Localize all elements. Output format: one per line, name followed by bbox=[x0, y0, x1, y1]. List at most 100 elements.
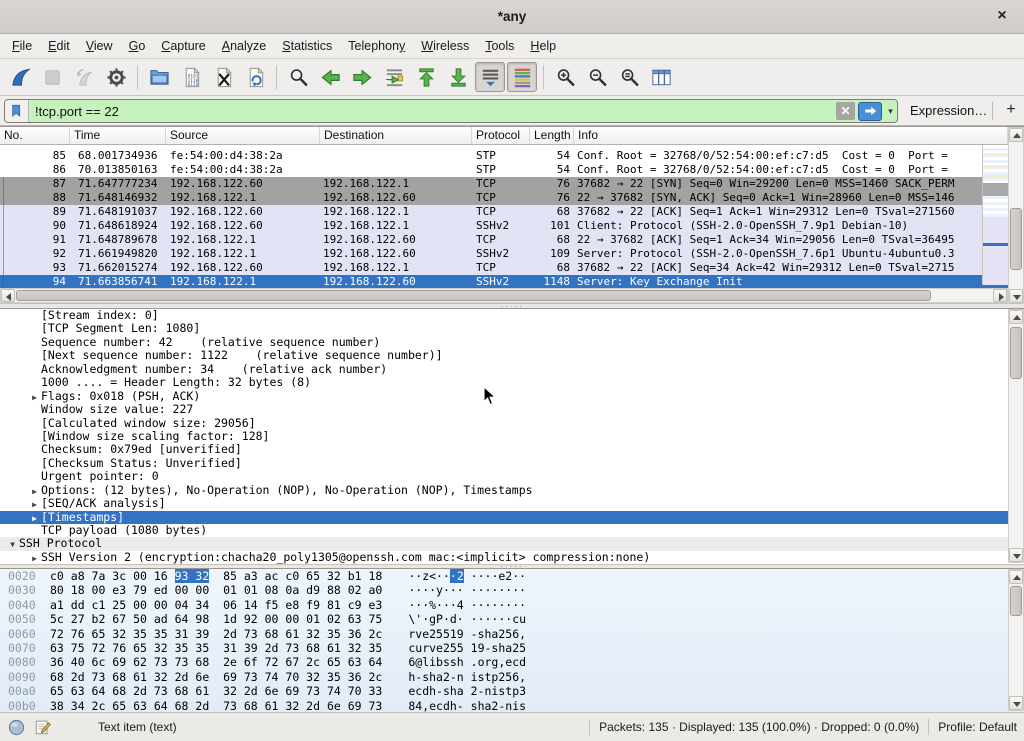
tree-expanded-icon[interactable]: ▼ bbox=[6, 538, 19, 551]
filter-input[interactable] bbox=[29, 104, 836, 119]
colorize-button[interactable] bbox=[507, 62, 537, 92]
detail-line[interactable]: Urgent pointer: 0 bbox=[0, 470, 1008, 483]
filter-history-dropdown-icon[interactable]: ▾ bbox=[884, 106, 897, 117]
filter-clear-icon[interactable]: ✕ bbox=[836, 102, 855, 120]
detail-vscrollbar[interactable] bbox=[1008, 309, 1024, 563]
detail-line[interactable]: [Next sequence number: 1122 (relative se… bbox=[0, 349, 1008, 362]
menu-file[interactable]: File bbox=[4, 36, 40, 56]
menu-tools[interactable]: Tools bbox=[477, 36, 522, 56]
column-header-no[interactable]: No. bbox=[0, 127, 70, 144]
hex-row-00b0[interactable]: 00b038 34 2c 65 63 64 68 2d 73 68 61 32 … bbox=[0, 699, 1024, 712]
hex-row-0020[interactable]: 0020c0 a8 7a 3c 00 16 93 32 85 a3 ac c0 … bbox=[0, 569, 1024, 583]
hex-row-0050[interactable]: 00505c 27 b2 67 50 ad 64 98 1d 92 00 00 … bbox=[0, 612, 1024, 626]
hex-row-00a0[interactable]: 00a065 63 64 68 2d 73 68 61 32 2d 6e 69 … bbox=[0, 684, 1024, 698]
scroll-up-icon[interactable] bbox=[1009, 310, 1023, 324]
packet-list-vscrollbar[interactable] bbox=[1008, 127, 1024, 304]
go-to-packet-button[interactable] bbox=[379, 62, 409, 92]
column-header-source[interactable]: Source bbox=[166, 127, 320, 144]
filter-apply-icon[interactable] bbox=[858, 102, 882, 121]
detail-line[interactable]: 1000 .... = Header Length: 32 bytes (8) bbox=[0, 376, 1008, 389]
tree-collapsed-icon[interactable]: ▶ bbox=[28, 552, 41, 564]
scroll-right-icon[interactable] bbox=[993, 289, 1007, 302]
tree-collapsed-icon[interactable]: ▶ bbox=[28, 391, 41, 404]
scroll-down-icon[interactable] bbox=[1009, 548, 1023, 562]
packet-row-94[interactable]: 9471.663856741192.168.122.1192.168.122.6… bbox=[0, 275, 1008, 289]
auto-scroll-button[interactable] bbox=[475, 62, 505, 92]
go-top-button[interactable] bbox=[411, 62, 441, 92]
packet-row-88[interactable]: 8871.648146932192.168.122.1192.168.122.6… bbox=[0, 191, 982, 205]
column-header-protocol[interactable]: Protocol bbox=[472, 127, 530, 144]
scroll-thumb[interactable] bbox=[16, 290, 931, 301]
bytes-vscrollbar[interactable] bbox=[1008, 569, 1024, 711]
capture-comment-icon[interactable] bbox=[34, 718, 52, 736]
detail-line[interactable]: Acknowledgment number: 34 (relative ack … bbox=[0, 363, 1008, 376]
detail-line[interactable]: [Checksum Status: Unverified] bbox=[0, 457, 1008, 470]
menu-telephony[interactable]: Telephony bbox=[340, 36, 413, 56]
zoom-in-button[interactable] bbox=[550, 62, 580, 92]
menu-go[interactable]: Go bbox=[121, 36, 154, 56]
detail-line[interactable]: ▶[SEQ/ACK analysis] bbox=[0, 497, 1008, 510]
detail-line[interactable]: TCP payload (1080 bytes) bbox=[0, 524, 1008, 537]
filter-add-button[interactable]: + bbox=[1002, 100, 1020, 120]
menu-wireless[interactable]: Wireless bbox=[413, 36, 477, 56]
packet-row-86[interactable]: 8670.013850163fe:54:00:d4:38:2aSTP54Conf… bbox=[0, 163, 982, 177]
detail-line[interactable]: [Calculated window size: 29056] bbox=[0, 417, 1008, 430]
expression-button[interactable]: Expression… bbox=[910, 103, 987, 118]
capture-options-button[interactable] bbox=[101, 62, 131, 92]
tree-collapsed-icon[interactable]: ▶ bbox=[28, 485, 41, 498]
zoom-original-button[interactable] bbox=[614, 62, 644, 92]
hex-row-0060[interactable]: 006072 76 65 32 35 35 31 39 2d 73 68 61 … bbox=[0, 627, 1024, 641]
hex-row-0030[interactable]: 003080 18 00 e3 79 ed 00 00 01 01 08 0a … bbox=[0, 583, 1024, 597]
scroll-thumb[interactable] bbox=[1010, 327, 1022, 379]
packet-row-92[interactable]: 9271.661949820192.168.122.1192.168.122.6… bbox=[0, 247, 982, 261]
detail-line[interactable]: ▶Options: (12 bytes), No-Operation (NOP)… bbox=[0, 484, 1008, 497]
status-profile[interactable]: Profile: Default bbox=[938, 720, 1017, 734]
detail-line[interactable]: [Stream index: 0] bbox=[0, 309, 1008, 322]
detail-line[interactable]: ▶Flags: 0x018 (PSH, ACK) bbox=[0, 390, 1008, 403]
detail-line[interactable]: Window size value: 227 bbox=[0, 403, 1008, 416]
scroll-left-icon[interactable] bbox=[1, 289, 15, 302]
menu-edit[interactable]: Edit bbox=[40, 36, 78, 56]
scroll-thumb[interactable] bbox=[1010, 586, 1022, 616]
hex-row-0080[interactable]: 008036 40 6c 69 62 73 73 68 2e 6f 72 67 … bbox=[0, 655, 1024, 669]
filter-bookmark-icon[interactable] bbox=[5, 100, 29, 122]
detail-line[interactable]: ▼SSH Protocol bbox=[0, 537, 1008, 550]
column-header-info[interactable]: Info bbox=[574, 127, 1008, 144]
column-header-length[interactable]: Length bbox=[530, 127, 574, 144]
tree-collapsed-icon[interactable]: ▶ bbox=[28, 498, 41, 511]
packet-row-93[interactable]: 9371.662015274192.168.122.60192.168.122.… bbox=[0, 261, 982, 275]
scroll-up-icon[interactable] bbox=[1009, 128, 1023, 142]
detail-line[interactable]: Sequence number: 42 (relative sequence n… bbox=[0, 336, 1008, 349]
zoom-out-button[interactable] bbox=[582, 62, 612, 92]
scroll-down-icon[interactable] bbox=[1009, 696, 1023, 710]
detail-line[interactable]: ▶[Timestamps] bbox=[0, 511, 1008, 524]
packet-row-87[interactable]: 8771.647777234192.168.122.60192.168.122.… bbox=[0, 177, 982, 191]
packet-row-91[interactable]: 9171.648789678192.168.122.1192.168.122.6… bbox=[0, 233, 982, 247]
column-header-destination[interactable]: Destination bbox=[320, 127, 472, 144]
hex-row-0090[interactable]: 009068 2d 73 68 61 32 2d 6e 69 73 74 70 … bbox=[0, 670, 1024, 684]
close-file-button[interactable] bbox=[208, 62, 238, 92]
column-header-time[interactable]: Time bbox=[70, 127, 166, 144]
go-forward-button[interactable] bbox=[347, 62, 377, 92]
scroll-thumb[interactable] bbox=[1010, 208, 1022, 270]
menu-statistics[interactable]: Statistics bbox=[274, 36, 340, 56]
hex-row-0070[interactable]: 007063 75 72 76 65 32 35 35 31 39 2d 73 … bbox=[0, 641, 1024, 655]
reload-file-button[interactable] bbox=[240, 62, 270, 92]
expert-info-icon[interactable] bbox=[7, 718, 26, 737]
hex-row-0040[interactable]: 0040a1 dd c1 25 00 00 04 34 06 14 f5 e8 … bbox=[0, 598, 1024, 612]
packet-list-minimap[interactable] bbox=[982, 145, 1008, 285]
find-packet-button[interactable] bbox=[283, 62, 313, 92]
go-back-button[interactable] bbox=[315, 62, 345, 92]
packet-row-90[interactable]: 9071.648618924192.168.122.60192.168.122.… bbox=[0, 219, 982, 233]
close-icon[interactable]: × bbox=[992, 6, 1012, 26]
scroll-down-icon[interactable] bbox=[1009, 289, 1023, 303]
display-filter-entry[interactable]: ✕ ▾ bbox=[4, 99, 898, 123]
menu-view[interactable]: View bbox=[78, 36, 121, 56]
open-file-button[interactable] bbox=[144, 62, 174, 92]
scroll-up-icon[interactable] bbox=[1009, 570, 1023, 584]
menu-capture[interactable]: Capture bbox=[153, 36, 213, 56]
resize-columns-button[interactable] bbox=[646, 62, 676, 92]
packet-row-85[interactable]: 8568.001734936fe:54:00:d4:38:2aSTP54Conf… bbox=[0, 149, 982, 163]
tree-collapsed-icon[interactable]: ▶ bbox=[28, 512, 41, 525]
packet-row-89[interactable]: 8971.648191037192.168.122.60192.168.122.… bbox=[0, 205, 982, 219]
